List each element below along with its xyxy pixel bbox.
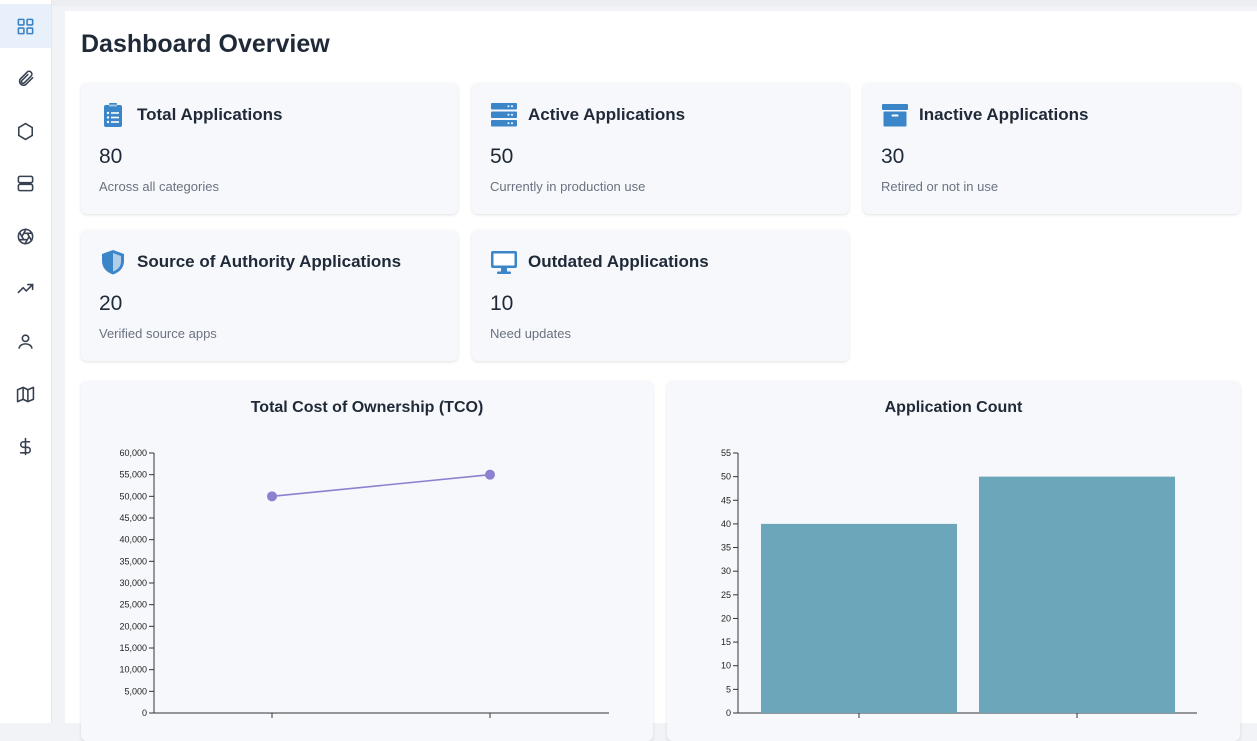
- y-tick-label: 10,000: [119, 665, 147, 675]
- card-subtitle: Currently in production use: [490, 179, 646, 194]
- count-bar: [761, 523, 957, 713]
- y-tick-label: 55,000: [119, 470, 147, 480]
- stat-card-source-of-authority[interactable]: Source of Authority Applications 20 Veri…: [81, 230, 458, 361]
- main-content: Dashboard Overview Total Applications 80…: [65, 11, 1257, 741]
- card-title: Inactive Applications: [919, 105, 1089, 124]
- y-tick-label: 55: [721, 448, 731, 458]
- y-tick-label: 0: [142, 708, 147, 718]
- card-value: 20: [99, 292, 123, 315]
- y-tick-label: 15: [721, 637, 731, 647]
- user-icon: [18, 334, 33, 349]
- card-subtitle: Across all categories: [99, 179, 219, 194]
- tco-chart-card: Total Cost of Ownership (TCO) 0 5,000 10,0…: [81, 381, 653, 741]
- card-value: 80: [99, 145, 123, 168]
- card-title: Outdated Applications: [528, 252, 709, 271]
- page-title: Dashboard Overview: [81, 30, 330, 58]
- clipboard-list-icon: [99, 102, 127, 128]
- y-tick-label: 35,000: [119, 556, 147, 566]
- card-subtitle: Retired or not in use: [881, 179, 999, 194]
- y-tick-label: 45,000: [119, 513, 147, 523]
- y-tick-label: 45: [721, 495, 731, 505]
- server-icon: [17, 175, 34, 192]
- card-title: Source of Authority Applications: [137, 252, 402, 271]
- stat-card-inactive[interactable]: Inactive Applications 30 Retired or not …: [863, 83, 1240, 214]
- shield-icon: [99, 249, 127, 275]
- dollar-icon: [19, 438, 31, 456]
- map-icon: [16, 386, 35, 403]
- y-tick-label: 25: [721, 590, 731, 600]
- app-count-chart-card: Application Count 0 5 10 15 20 25 30 35 40 45 50 55: [667, 381, 1240, 741]
- y-tick-label: 20,000: [119, 621, 147, 631]
- top-bar: [51, 0, 1257, 6]
- card-value: 50: [490, 145, 514, 168]
- grid-icon: [17, 18, 34, 34]
- sidebar-item-costs[interactable]: [0, 425, 51, 469]
- card-title: Active Applications: [528, 105, 686, 124]
- stat-card-active[interactable]: Active Applications 50 Currently in prod…: [472, 83, 849, 214]
- y-tick-label: 50: [721, 472, 731, 482]
- server-stack-icon: [490, 102, 518, 128]
- hexagon-icon: [17, 122, 34, 141]
- y-tick-label: 0: [726, 708, 731, 718]
- y-tick-label: 5,000: [124, 686, 147, 696]
- y-tick-label: 15,000: [119, 643, 147, 653]
- y-tick-label: 5: [726, 684, 731, 694]
- card-value: 10: [490, 292, 514, 315]
- sidebar-item-attachments[interactable]: [0, 57, 51, 101]
- y-tick-label: 20: [721, 613, 731, 623]
- tco-data-point: [267, 491, 277, 502]
- sidebar-item-analytics[interactable]: [0, 267, 51, 311]
- y-tick-label: 40: [721, 519, 731, 529]
- card-value: 30: [881, 145, 905, 168]
- sidebar-item-components[interactable]: [0, 109, 51, 153]
- y-tick-label: 30: [721, 566, 731, 576]
- y-tick-label: 10: [721, 661, 731, 671]
- card-subtitle: Need updates: [490, 326, 571, 341]
- paperclip-icon: [18, 70, 34, 87]
- count-bar: [979, 476, 1175, 713]
- y-tick-label: 60,000: [119, 448, 147, 458]
- card-title: Total Applications: [137, 105, 283, 124]
- sidebar-item-servers[interactable]: [0, 162, 51, 206]
- y-tick-label: 50,000: [119, 491, 147, 501]
- sidebar: [0, 0, 52, 723]
- aperture-icon: [17, 228, 34, 245]
- sidebar-item-users[interactable]: [0, 320, 51, 364]
- tco-series-line: [271, 473, 491, 498]
- tco-data-point: [485, 469, 495, 480]
- app-count-bar-chart: 0 5 10 15 20 25 30 35 40 45 50 55: [721, 448, 1197, 718]
- trending-up-icon: [17, 284, 34, 294]
- monitor-icon: [490, 249, 518, 275]
- sidebar-item-roadmap[interactable]: [0, 372, 51, 416]
- y-tick-label: 30,000: [119, 578, 147, 588]
- card-subtitle: Verified source apps: [99, 326, 217, 341]
- y-tick-label: 35: [721, 543, 731, 553]
- tco-line-chart: 0 5,000 10,000 15,000 20,000 25,000 30,000 35,0…: [119, 448, 609, 718]
- stat-card-total[interactable]: Total Applications 80 Across all categor…: [81, 83, 458, 214]
- sidebar-item-integrations[interactable]: [0, 214, 51, 258]
- y-tick-label: 40,000: [119, 535, 147, 545]
- sidebar-item-dashboard[interactable]: [0, 4, 51, 48]
- stat-card-outdated[interactable]: Outdated Applications 10 Need updates: [472, 230, 849, 361]
- archive-icon: [881, 102, 909, 128]
- y-tick-label: 25,000: [119, 600, 147, 610]
